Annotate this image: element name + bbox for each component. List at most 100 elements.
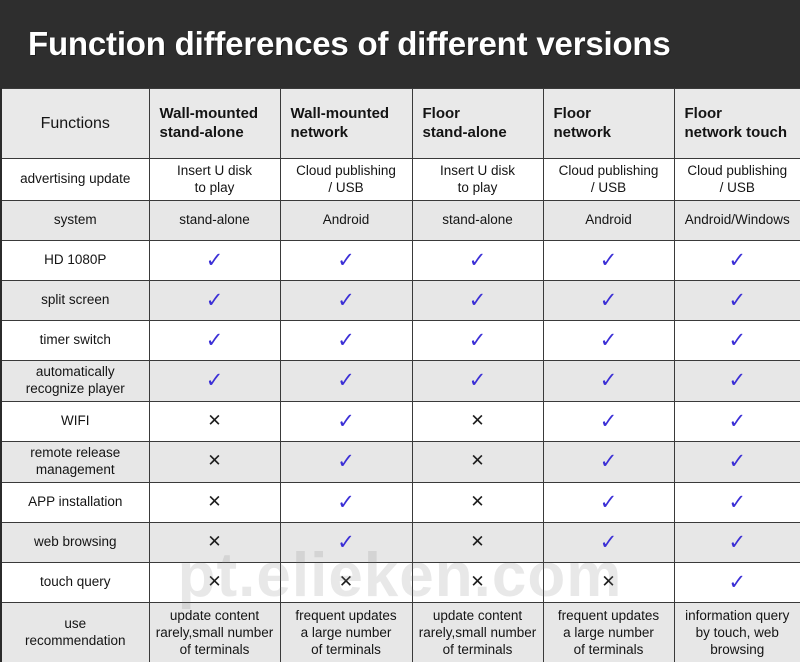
row-label-line: recommendation [24, 633, 126, 649]
cell-value: information query by touch, web browsing [673, 602, 800, 662]
row-label: remote release management [0, 441, 150, 483]
check-icon: ✓ [468, 368, 487, 393]
cell-line: of terminals [179, 641, 250, 657]
cell-check-icon: ✓ [279, 522, 413, 563]
header-line: network [290, 123, 349, 141]
cell-cross-icon: ✕ [411, 522, 544, 563]
cell-check-icon: ✓ [673, 401, 800, 442]
row-label: system [0, 200, 150, 241]
cross-icon: ✕ [207, 571, 222, 592]
table-header-column-1: Wall-mounted stand-alone [148, 88, 281, 159]
cross-icon: ✕ [207, 451, 222, 472]
cell-check-icon: ✓ [279, 360, 413, 402]
cell-line: / USB [590, 179, 627, 195]
cross-icon: ✕ [601, 571, 616, 592]
row-label: APP installation [0, 482, 150, 523]
cell-value: Insert U disk to play [411, 158, 544, 201]
table-row: automatically recognize player ✓ ✓ ✓ ✓ ✓ [0, 360, 800, 402]
check-icon: ✓ [599, 247, 618, 272]
cell-value: update content rarely,small number of term… [411, 602, 544, 662]
cell-check-icon: ✓ [673, 562, 800, 603]
check-icon: ✓ [599, 408, 618, 433]
cell-line: update content [432, 607, 523, 623]
header-line: Wall-mounted [159, 105, 259, 123]
header-line: network touch [684, 123, 788, 141]
cell-check-icon: ✓ [148, 320, 281, 361]
check-icon: ✓ [337, 529, 355, 554]
cell-check-icon: ✓ [673, 441, 800, 483]
cell-line: Insert U disk [439, 162, 516, 178]
cross-icon: ✕ [338, 571, 354, 592]
row-label-line: use [64, 616, 87, 632]
cell-cross-icon: ✕ [148, 522, 281, 563]
cell-value: stand-alone [148, 200, 281, 241]
table-row: remote release management ✕ ✓ ✕ ✓ ✓ [0, 441, 800, 483]
table-header-functions: Functions [0, 88, 150, 159]
cell-value: Android/Windows [673, 200, 800, 241]
check-icon: ✓ [468, 287, 487, 312]
cell-line: a large number [300, 624, 392, 640]
cross-icon: ✕ [207, 491, 222, 512]
row-label-line: remote release [30, 445, 121, 461]
check-icon: ✓ [728, 529, 747, 554]
table-header-column-5: Floor network touch [673, 88, 800, 159]
cell-value: Cloud publishing / USB [279, 158, 413, 201]
cell-cross-icon: ✕ [542, 562, 675, 603]
cell-line: frequent updates [295, 607, 397, 623]
cell-cross-icon: ✕ [279, 562, 413, 603]
cell-check-icon: ✓ [279, 240, 413, 281]
header-line: Functions [40, 114, 110, 132]
row-label-line: management [35, 462, 115, 477]
table-header-column-3: Floor stand-alone [411, 88, 544, 159]
cell-value: Cloud publishing / USB [542, 158, 675, 201]
cell-check-icon: ✓ [542, 240, 675, 281]
cell-line: a large number [563, 624, 654, 640]
cell-value: frequent updates a large number of termina… [542, 602, 675, 662]
check-icon: ✓ [337, 449, 355, 474]
header-line: Wall-mounted [290, 105, 390, 123]
cell-cross-icon: ✕ [411, 562, 544, 603]
check-icon: ✓ [337, 287, 355, 312]
cell-check-icon: ✓ [542, 320, 675, 361]
check-icon: ✓ [205, 287, 224, 312]
check-icon: ✓ [468, 247, 487, 272]
check-icon: ✓ [599, 327, 618, 352]
check-icon: ✓ [599, 489, 618, 514]
row-label: WIFI [0, 401, 150, 442]
cell-line: browsing [710, 641, 765, 657]
check-icon: ✓ [728, 287, 747, 312]
row-label-line: recognize player [25, 381, 125, 396]
cross-icon: ✕ [207, 531, 222, 552]
cell-value: Cloud publishing / USB [673, 158, 800, 201]
check-icon: ✓ [728, 449, 747, 474]
cross-icon: ✕ [470, 531, 485, 552]
cell-line: by touch, web [695, 624, 779, 640]
cell-check-icon: ✓ [542, 482, 675, 523]
cell-value: Insert U disk to play [148, 158, 281, 201]
cross-icon: ✕ [470, 410, 485, 431]
cell-value: frequent updates a large number of termina… [279, 602, 413, 662]
table-header-row: Functions Wall-mounted stand-alone Wall-mou… [0, 88, 800, 159]
cell-line: Cloud publishing [687, 162, 788, 178]
row-label: touch query [0, 562, 150, 603]
cell-line: update content [169, 607, 260, 623]
header-line: Floor [553, 105, 592, 123]
cross-icon: ✕ [470, 491, 485, 512]
cell-cross-icon: ✕ [148, 441, 281, 483]
table-row: WIFI ✕ ✓ ✕ ✓ ✓ [0, 401, 800, 442]
table-body: advertising update Insert U disk to play Cl… [0, 158, 800, 662]
cell-line: Insert U disk [176, 162, 253, 178]
cell-value: Android [279, 200, 413, 241]
cell-cross-icon: ✕ [148, 562, 281, 603]
cell-line: rarely,small number [418, 624, 537, 640]
version-comparison-table: Functions Wall-mounted stand-alone Wall-mou… [0, 88, 800, 662]
cell-check-icon: ✓ [148, 280, 281, 321]
row-label-line: automatically [35, 364, 115, 380]
cross-icon: ✕ [470, 571, 485, 592]
check-icon: ✓ [599, 368, 618, 393]
cell-check-icon: ✓ [542, 360, 675, 402]
check-icon: ✓ [728, 408, 747, 433]
table-row: advertising update Insert U disk to play Cl… [0, 158, 800, 201]
cell-cross-icon: ✕ [411, 401, 544, 442]
check-icon: ✓ [468, 327, 487, 352]
